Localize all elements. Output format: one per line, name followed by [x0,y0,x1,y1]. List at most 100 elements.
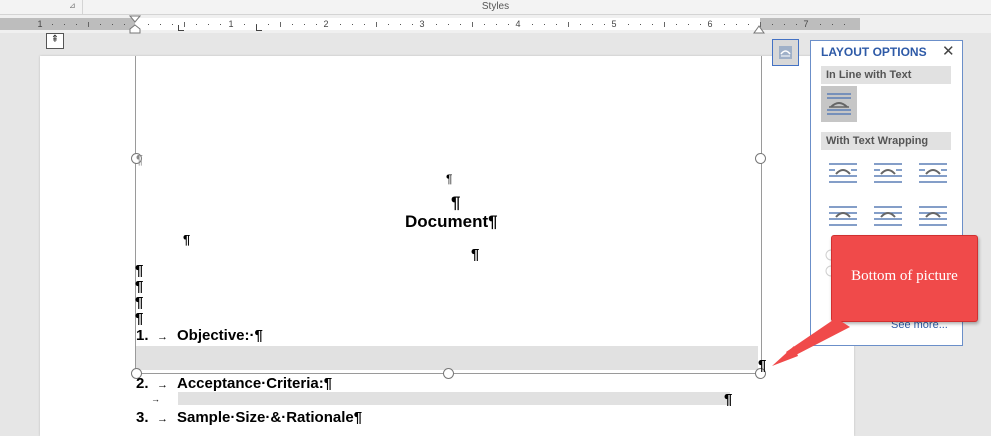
horizontal-ruler[interactable]: 1 1 2 3 4 5 6 7 [0,15,991,35]
ruler-tick [484,24,485,25]
section-inline: In Line with Text [821,66,951,84]
list-item-acceptance[interactable]: Acceptance·Criteria:¶ [177,375,332,392]
ruler-number: 1 [228,19,234,29]
tab-stop-marker[interactable] [178,25,184,31]
ruler-tick [508,24,509,25]
inline-with-text-icon[interactable] [821,86,857,122]
ruler-tick [772,24,773,25]
annotation-callout: Bottom of picture [831,235,978,322]
behind-text-icon[interactable] [870,199,906,235]
top-bottom-wrap-icon[interactable] [825,199,861,235]
ruler-tick [100,24,101,25]
resize-handle[interactable] [443,368,454,379]
pilcrow-mark: ¶ [758,357,767,374]
ruler-tick [316,24,317,25]
list-item-objective[interactable]: Objective:·¶ [177,327,263,344]
ruler-tick [628,24,629,25]
ruler-tick [148,24,149,25]
ruler-number: 2 [323,19,329,29]
ruler-tick [832,24,833,25]
pilcrow-mark: ¶ [135,278,144,295]
ruler-tick [448,24,449,25]
ruler-tick [88,22,89,27]
list-item-sample-size[interactable]: Sample·Size·&·Rationale¶ [177,409,362,426]
indent-marker-icon[interactable] [129,15,141,35]
ruler-tick [376,22,377,27]
close-icon[interactable]: ✕ [942,42,955,60]
ruler-tick [496,24,497,25]
ruler-tick [196,24,197,25]
ruler-tick [676,24,677,25]
ruler-tick [796,24,797,25]
pilcrow-mark: ¶ [471,246,480,263]
ruler-tick [532,24,533,25]
layout-options-title: LAYOUT OPTIONS [821,45,927,59]
ruler-left-margin [0,18,135,30]
tab-stop-marker[interactable] [256,25,262,31]
ruler-tick [724,24,725,25]
list-number: 3. [136,409,149,426]
ruler-tick [400,24,401,25]
ruler-tick [412,24,413,25]
tight-wrap-icon[interactable] [870,156,906,192]
ruler-tick [244,24,245,25]
pilcrow-mark: ¶ [135,262,144,279]
ruler-tick [604,24,605,25]
ruler-tick [112,24,113,25]
layout-options-button[interactable] [772,39,799,66]
document-title[interactable]: Document¶ [405,212,498,232]
pilcrow-mark: ¶ [135,310,144,327]
ruler-number: 1 [37,19,43,29]
ruler-tick [388,24,389,25]
tab-arrow: → [151,394,160,404]
resize-handle[interactable] [755,153,766,164]
ruler-tick [160,24,161,25]
ruler-tick [640,24,641,25]
pilcrow-mark: ¶ [446,172,453,186]
form-field-acceptance[interactable] [178,392,730,405]
ruler-tick [580,24,581,25]
ruler-number: 6 [707,19,713,29]
ruler-tick [820,24,821,25]
through-wrap-icon[interactable] [915,156,951,192]
ruler-tick [64,24,65,25]
ruler-tick [436,24,437,25]
tab-arrow: → [157,331,168,343]
ruler-tick [184,22,185,27]
ruler-tick [268,24,269,25]
ruler-tick [340,24,341,25]
ruler-tick [124,24,125,25]
square-wrap-icon[interactable] [825,156,861,192]
ruler-tick [352,24,353,25]
right-indent-marker-icon[interactable] [753,24,765,34]
list-number: 1. [136,327,149,344]
in-front-of-text-icon[interactable] [915,199,951,235]
ribbon-group-bar: ⊿ Styles [0,0,991,15]
pilcrow-mark: ¶ [135,294,144,311]
ruler-tick [280,22,281,27]
vertical-ruler-marker-icon[interactable]: ⇞ [46,33,64,49]
ruler-tick [208,24,209,25]
ruler-tick [568,22,569,27]
ruler-tick [688,24,689,25]
list-number: 2. [136,375,149,392]
ruler-tick [700,24,701,25]
tab-arrow: → [157,413,168,425]
ruler-tick [292,24,293,25]
ruler-tick [52,24,53,25]
layout-options-icon [779,46,792,59]
ruler-tick [664,22,665,27]
styles-group-label: Styles [481,1,510,12]
ruler-tick [748,24,749,25]
ruler-tick [544,24,545,25]
ruler-tick [472,22,473,27]
ruler-number: 7 [803,19,809,29]
pilcrow-mark: ¶ [724,391,733,408]
ruler-tick [844,24,845,25]
ruler-tick [172,24,173,25]
tab-arrow: → [157,379,168,391]
ruler-tick [220,24,221,25]
ruler-tick [652,24,653,25]
ruler-tick [460,24,461,25]
ruler-number: 3 [419,19,425,29]
